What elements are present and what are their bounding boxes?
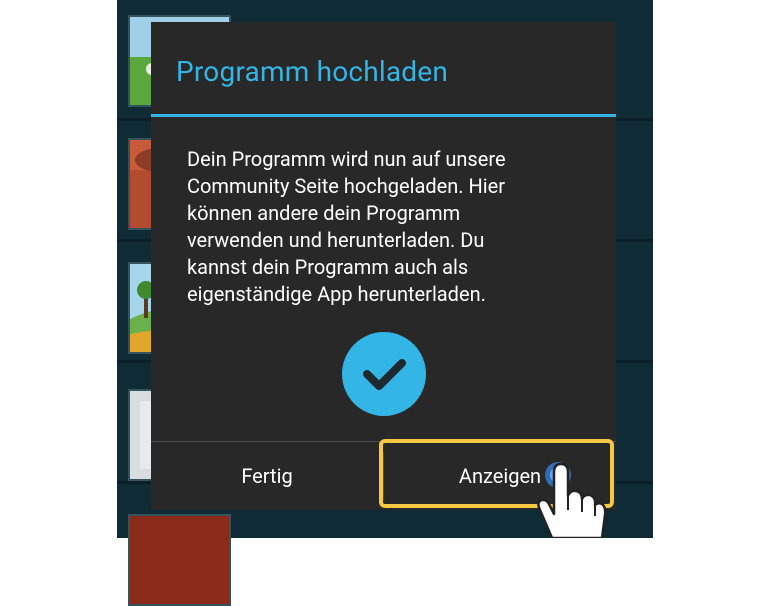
- checkmark-circle-icon: [342, 332, 426, 416]
- message-line: kannst dein Programm auch als: [187, 255, 469, 279]
- title-divider: [151, 114, 616, 117]
- done-button[interactable]: Fertig: [151, 442, 383, 510]
- dialog-message: Dein Programm wird nun auf unsere Commun…: [187, 146, 607, 308]
- message-line: verwenden und herunterladen. Du: [187, 228, 485, 252]
- message-line: Dein Programm wird nun auf unsere: [187, 147, 506, 171]
- message-line: Community Seite hochgeladen. Hier: [187, 174, 506, 198]
- upload-dialog: Programm hochladen Dein Programm wird nu…: [151, 22, 616, 510]
- program-thumbnail: [128, 514, 231, 606]
- hand-pointer-icon: [526, 462, 607, 540]
- dialog-title: Programm hochladen: [176, 55, 449, 88]
- message-line: können andere dein Programm: [187, 201, 461, 225]
- message-line: eigenständige App herunterladen.: [187, 282, 486, 306]
